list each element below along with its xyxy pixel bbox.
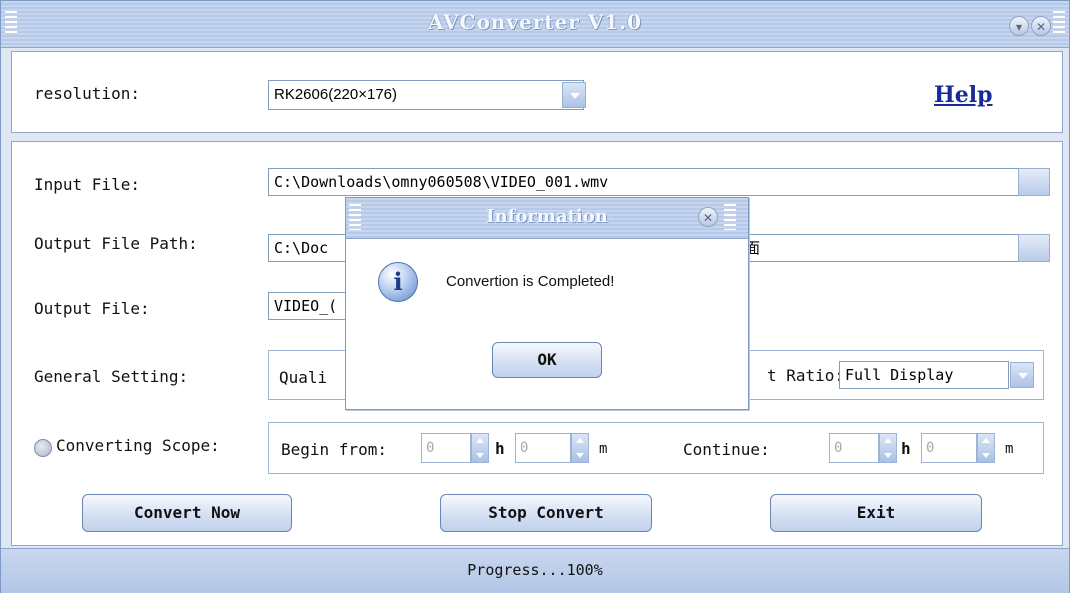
dialog-close-button[interactable]: ✕ xyxy=(698,207,718,227)
scope-group: Begin from: 0 h 0 m Continue: 0 h 0 m xyxy=(268,422,1044,474)
continue-minute-unit: m xyxy=(1005,441,1014,457)
begin-from-label: Begin from: xyxy=(281,440,387,459)
continue-hour-input[interactable]: 0 xyxy=(829,433,879,463)
dialog-grip-icon-right xyxy=(724,204,736,230)
continue-hour-unit: h xyxy=(901,439,911,458)
resolution-select[interactable]: RK2606(220×176) xyxy=(268,80,584,110)
input-file-field[interactable]: C:\Downloads\omny060508\VIDEO_001.wmv xyxy=(268,168,1020,196)
begin-minute-input[interactable]: 0 xyxy=(515,433,571,463)
title-bar[interactable]: AVConverter V1.0 ▾ ✕ xyxy=(1,1,1069,48)
output-file-label: Output File: xyxy=(34,299,150,318)
begin-minute-unit: m xyxy=(599,441,608,457)
begin-hour-input[interactable]: 0 xyxy=(421,433,471,463)
aspect-ratio-select[interactable]: Full Display xyxy=(839,361,1009,389)
resolution-dropdown-icon[interactable] xyxy=(562,82,586,108)
continue-minute-spinner[interactable] xyxy=(977,433,995,463)
begin-hour-unit: h xyxy=(495,439,505,458)
resolution-label: resolution: xyxy=(34,84,140,103)
input-file-label: Input File: xyxy=(34,175,140,194)
window-title: AVConverter V1.0 xyxy=(427,10,643,34)
information-dialog: Information ✕ i Convertion is Completed!… xyxy=(345,197,749,410)
app-window: AVConverter V1.0 ▾ ✕ resolution: RK2606(… xyxy=(0,0,1070,593)
help-link[interactable]: Help xyxy=(934,82,993,108)
progress-text: Progress...100% xyxy=(467,561,603,579)
output-browse-button[interactable] xyxy=(1018,234,1050,262)
quality-label: Quali xyxy=(279,368,328,387)
converting-scope-radio[interactable] xyxy=(34,439,52,457)
output-path-value: C:\Doc xyxy=(274,239,329,257)
ok-button[interactable]: OK xyxy=(492,342,602,378)
status-bar: Progress...100% xyxy=(1,548,1069,593)
exit-button[interactable]: Exit xyxy=(770,494,982,532)
stop-convert-button[interactable]: Stop Convert xyxy=(440,494,652,532)
begin-minute-spinner[interactable] xyxy=(571,433,589,463)
input-browse-button[interactable] xyxy=(1018,168,1050,196)
continue-label: Continue: xyxy=(683,440,770,459)
resolution-panel: resolution: RK2606(220×176) Help xyxy=(11,51,1063,133)
aspect-dropdown-icon[interactable] xyxy=(1010,362,1034,388)
output-path-label: Output File Path: xyxy=(34,234,198,253)
begin-hour-spinner[interactable] xyxy=(471,433,489,463)
continue-minute-input[interactable]: 0 xyxy=(921,433,977,463)
converting-scope-label: Converting Scope: xyxy=(56,436,220,455)
dialog-title: Information xyxy=(486,206,608,227)
info-icon: i xyxy=(378,262,418,302)
minimize-button[interactable]: ▾ xyxy=(1009,16,1029,36)
close-button[interactable]: ✕ xyxy=(1031,16,1051,36)
grip-icon-right xyxy=(1053,11,1065,35)
continue-hour-spinner[interactable] xyxy=(879,433,897,463)
convert-now-button[interactable]: Convert Now xyxy=(82,494,292,532)
general-setting-label: General Setting: xyxy=(34,367,189,386)
dialog-title-bar[interactable]: Information ✕ xyxy=(346,198,748,239)
aspect-ratio-label: t Ratio: xyxy=(767,366,845,385)
dialog-message: Convertion is Completed! xyxy=(446,273,615,290)
